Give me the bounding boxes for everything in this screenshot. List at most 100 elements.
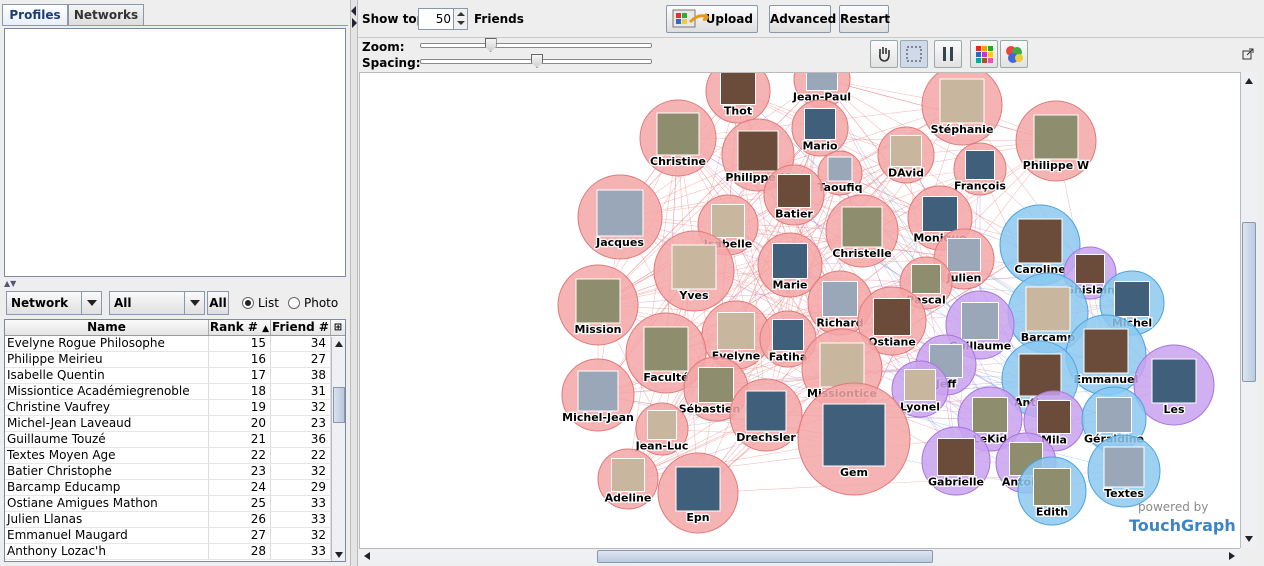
graph-node[interactable]: Drechsler bbox=[729, 378, 803, 452]
list-radio[interactable]: List bbox=[242, 296, 279, 310]
stepper-down-icon[interactable] bbox=[457, 21, 465, 25]
graph-node[interactable]: Edith bbox=[1017, 456, 1087, 526]
table-row[interactable]: Guillaume Touzé 21 36 bbox=[5, 432, 345, 448]
graph-node[interactable]: Jean-Luc bbox=[633, 402, 690, 456]
table-row[interactable]: Ostiane Amigues Mathon 25 33 bbox=[5, 496, 345, 512]
pan-hand-button[interactable] bbox=[870, 40, 898, 68]
profile-photo[interactable] bbox=[922, 196, 958, 232]
table-row[interactable]: Christine Vaufrey 19 32 bbox=[5, 400, 345, 416]
radio-unselected-icon[interactable] bbox=[288, 297, 300, 309]
profile-photo[interactable] bbox=[737, 130, 779, 172]
graph-node[interactable]: Textes bbox=[1087, 434, 1161, 508]
panel-divider[interactable] bbox=[350, 0, 358, 566]
photo-radio[interactable]: Photo bbox=[288, 296, 338, 310]
profile-photo[interactable] bbox=[873, 298, 911, 336]
graph-node[interactable]: Taoufiq bbox=[816, 150, 864, 196]
chevron-down-icon[interactable] bbox=[184, 292, 204, 314]
stepper-buttons[interactable] bbox=[453, 9, 467, 29]
stepper-up-icon[interactable] bbox=[457, 12, 465, 16]
color-grid-button[interactable] bbox=[970, 40, 998, 68]
pause-button[interactable] bbox=[934, 40, 962, 68]
graph-node[interactable]: Stéphanie bbox=[921, 73, 1003, 146]
profile-photo[interactable] bbox=[904, 369, 936, 401]
graph-node[interactable]: Batier bbox=[763, 164, 825, 226]
graph-canvas[interactable]: ThotJean-PaulStéphanieMarioChristinePhil… bbox=[360, 73, 1240, 548]
all-button[interactable]: All bbox=[207, 291, 229, 315]
profile-photo[interactable] bbox=[890, 135, 922, 167]
table-row[interactable]: Isabelle Quentin 17 38 bbox=[5, 368, 345, 384]
profile-photo[interactable] bbox=[822, 403, 886, 467]
tab-profiles[interactable]: Profiles bbox=[2, 4, 68, 26]
profile-photo[interactable] bbox=[804, 108, 836, 140]
table-row[interactable]: Julien Llanas 26 33 bbox=[5, 512, 345, 528]
profile-photo[interactable] bbox=[643, 326, 689, 372]
profile-photo[interactable] bbox=[575, 278, 621, 324]
scroll-up-icon[interactable] bbox=[1245, 78, 1253, 84]
profile-photo[interactable] bbox=[656, 112, 700, 156]
graph-node[interactable]: Jacques bbox=[577, 174, 663, 260]
column-header-friends[interactable]: Friend # bbox=[271, 320, 331, 335]
graph-node[interactable]: Yves bbox=[653, 230, 735, 312]
profile-photo[interactable] bbox=[822, 281, 858, 317]
profile-photo[interactable] bbox=[711, 204, 745, 238]
scroll-up-icon[interactable] bbox=[335, 341, 343, 347]
profile-photo[interactable] bbox=[1037, 400, 1071, 434]
scroll-left-icon[interactable] bbox=[364, 552, 370, 560]
profile-photo[interactable] bbox=[1114, 281, 1150, 317]
profile-photo[interactable] bbox=[1018, 353, 1062, 397]
graph-node[interactable]: Michel-Jean bbox=[561, 358, 635, 432]
profile-photo[interactable] bbox=[647, 410, 677, 440]
graph-vertical-scrollbar[interactable] bbox=[1240, 72, 1257, 548]
network-select[interactable]: Network bbox=[6, 291, 102, 315]
profile-photo[interactable] bbox=[745, 390, 787, 432]
collapse-left-icon[interactable] bbox=[351, 6, 356, 16]
profile-photo[interactable] bbox=[965, 150, 995, 180]
profile-photo[interactable] bbox=[1017, 218, 1063, 264]
network-graph[interactable]: Thot Jean-Paul Stéphanie Mario Christine Phil… bbox=[359, 72, 1240, 548]
column-control-icon[interactable]: ⊞ bbox=[331, 320, 345, 335]
table-row[interactable]: Barcamp Educamp 24 29 bbox=[5, 480, 345, 496]
graph-node[interactable]: Gem bbox=[797, 382, 911, 496]
advanced-button[interactable]: Advanced bbox=[769, 5, 836, 33]
scrollbar-thumb[interactable] bbox=[597, 550, 933, 563]
zoom-slider-handle[interactable] bbox=[484, 38, 497, 52]
graph-node[interactable]: François bbox=[953, 142, 1008, 196]
profile-photo[interactable] bbox=[1075, 254, 1105, 284]
table-row[interactable]: Batier Christophe 23 32 bbox=[5, 464, 345, 480]
profile-photo[interactable] bbox=[911, 264, 941, 294]
profile-photo[interactable] bbox=[772, 319, 804, 351]
chevron-down-icon[interactable] bbox=[81, 292, 101, 314]
upload-button[interactable]: Upload bbox=[666, 5, 758, 33]
graph-node[interactable]: Adeline bbox=[597, 448, 659, 510]
touchgraph-logo[interactable]: TouchGraph bbox=[1129, 516, 1236, 535]
clusters-button[interactable] bbox=[1000, 40, 1028, 68]
column-header-name[interactable]: Name bbox=[5, 320, 209, 335]
profile-photo[interactable] bbox=[1103, 446, 1145, 488]
expand-right-icon[interactable] bbox=[352, 18, 357, 28]
popout-icon[interactable] bbox=[1242, 48, 1254, 63]
profile-photo[interactable] bbox=[841, 206, 883, 248]
select-area-button[interactable] bbox=[900, 40, 928, 68]
profile-photo[interactable] bbox=[947, 238, 981, 272]
profile-photo[interactable] bbox=[1033, 114, 1079, 160]
profile-photo[interactable] bbox=[1083, 328, 1129, 374]
graph-node[interactable]: Epn bbox=[657, 452, 739, 534]
graph-node[interactable]: DAvid bbox=[877, 126, 935, 184]
graph-node[interactable]: Les bbox=[1133, 344, 1215, 426]
table-row[interactable]: Anthony Lozac'h 28 33 bbox=[5, 544, 345, 560]
graph-node[interactable]: Thot bbox=[705, 73, 771, 124]
profile-photo[interactable] bbox=[611, 458, 645, 492]
profile-photo[interactable] bbox=[819, 342, 865, 388]
scroll-down-icon[interactable] bbox=[1245, 536, 1253, 542]
column-header-rank[interactable]: Rank # ▲ bbox=[209, 320, 271, 335]
graph-node[interactable]: Gabrielle bbox=[921, 426, 991, 496]
profile-photo[interactable] bbox=[675, 466, 721, 512]
profile-photo[interactable] bbox=[1151, 358, 1197, 404]
scroll-right-icon[interactable] bbox=[1229, 552, 1235, 560]
tab-networks[interactable]: Networks bbox=[68, 4, 144, 26]
profile-photo[interactable] bbox=[720, 73, 756, 105]
show-top-stepper[interactable]: 50 bbox=[418, 8, 468, 30]
profile-photo[interactable] bbox=[1096, 397, 1132, 433]
splitter-arrows-icon[interactable]: ▲▼ bbox=[4, 279, 16, 288]
radio-selected-icon[interactable] bbox=[242, 297, 254, 309]
